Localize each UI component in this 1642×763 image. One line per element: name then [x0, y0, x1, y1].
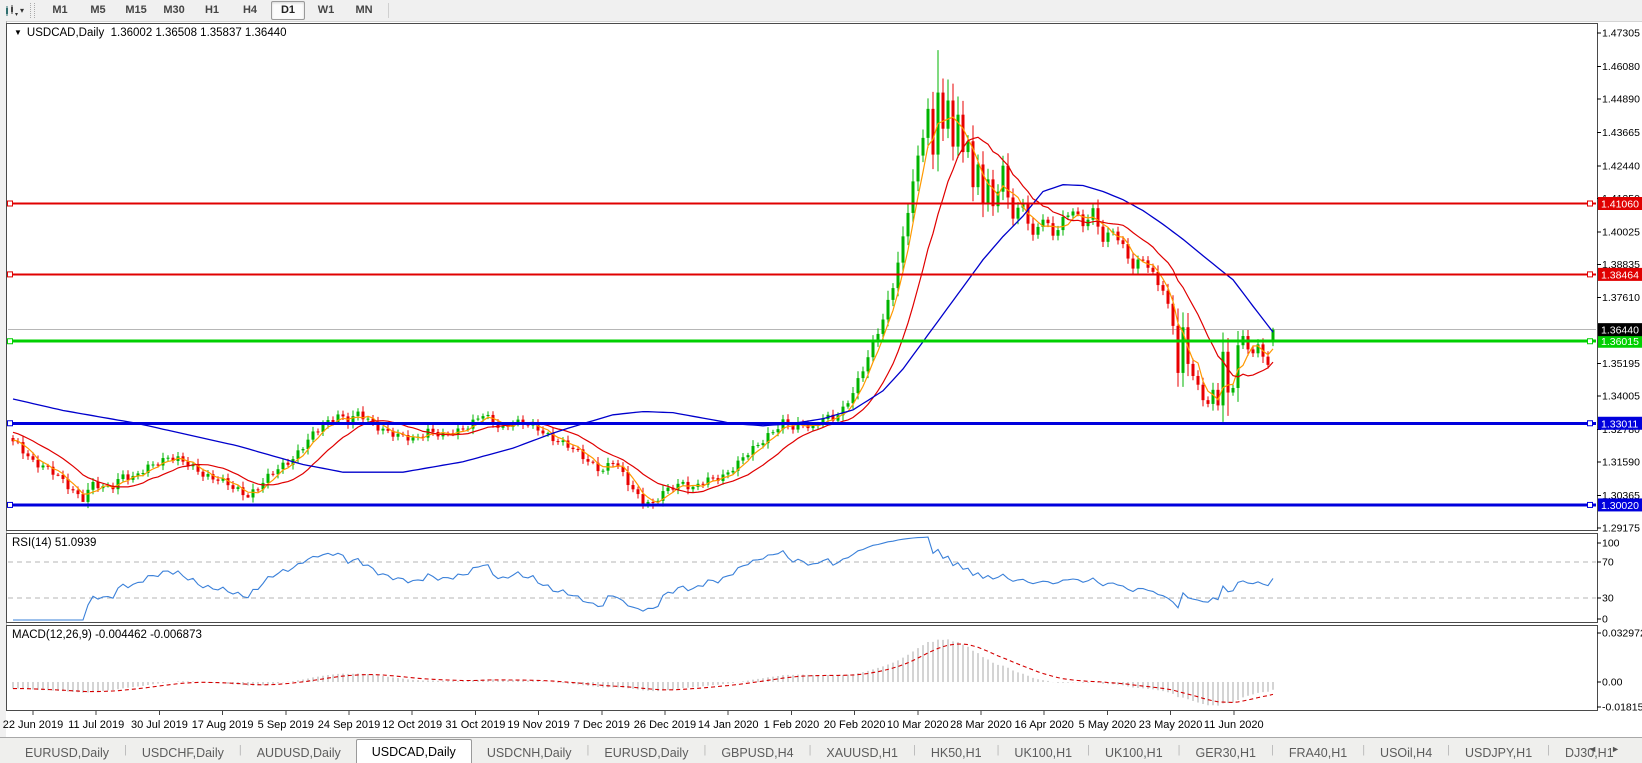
hline-price-label-pivot-green: 1.36015 — [1598, 334, 1642, 348]
chart-window-icon[interactable] — [3, 3, 19, 18]
timeframe-button-m5[interactable]: M5 — [81, 1, 115, 20]
hline-price-label-support-1: 1.33011 — [1598, 416, 1642, 430]
chart-tab-usdcnh-daily-4[interactable]: USDCNH,Daily — [472, 742, 587, 763]
current-price-text: 1.36440 — [1601, 325, 1639, 337]
chart-tab-ger30-h1-11[interactable]: GER30,H1 — [1181, 742, 1271, 763]
current-price-label: 1.36440 — [1598, 323, 1642, 337]
collapse-triangle-icon[interactable]: ▼ — [14, 28, 22, 37]
hline-label-box — [1598, 267, 1642, 281]
price-tick-label: 1.35195 — [1602, 358, 1640, 370]
chart-tab-xauusd-h1-7[interactable]: XAUUSD,H1 — [811, 742, 913, 763]
price-tick-label: 1.41250 — [1602, 193, 1640, 205]
price-tick-label: 1.31590 — [1602, 457, 1640, 469]
price-tick-label: 1.47305 — [1602, 28, 1640, 40]
timeframe-buttons: M1 M5 M15 M30 H1 H4 D1 W1 MN — [41, 1, 383, 20]
timeframe-toolbar: ▾ M1 M5 M15 M30 H1 H4 D1 W1 MN — [0, 0, 1642, 22]
chart-tab-gbpusd-h4-6[interactable]: GBPUSD,H4 — [706, 742, 808, 763]
hline-price-label-support-2: 1.30020 — [1598, 498, 1642, 512]
price-tick-label: 1.40025 — [1602, 226, 1640, 238]
chart-tab-usoil-h4-13[interactable]: USOil,H4 — [1365, 742, 1447, 763]
time-axis-strip — [6, 711, 1598, 737]
chart-tab-audusd-daily-2[interactable]: AUDUSD,Daily — [242, 742, 356, 763]
candlestick-mini-icon — [6, 4, 18, 16]
chart-tab-usdjpy-h1-14[interactable]: USDJPY,H1 — [1450, 742, 1547, 763]
macd-indicator-label: MACD(12,26,9) -0.004462 -0.006873 — [12, 629, 202, 641]
tab-scrollers: ◄► — [1588, 744, 1634, 754]
rsi-tick-label: 100 — [1602, 538, 1620, 550]
rsi-tick-label: 0 — [1602, 614, 1608, 626]
hline-price-label-resistance-2: 1.38464 — [1598, 267, 1642, 281]
price-tick-label: 1.30365 — [1602, 490, 1640, 502]
price-tick-label: 1.43665 — [1602, 127, 1640, 139]
chart-symbol-label: USDCAD,Daily — [26, 27, 105, 39]
price-tick-label: 1.44890 — [1602, 93, 1640, 105]
price-tick-label: 1.38835 — [1602, 259, 1640, 271]
toolbar-separator — [388, 3, 390, 18]
chart-tab-eurusd-daily-5[interactable]: EURUSD,Daily — [589, 742, 703, 763]
price-tick-label: 1.42440 — [1602, 160, 1640, 172]
macd-panel[interactable] — [6, 625, 1598, 711]
chart-tab-bar: EURUSD,Daily | USDCHF,Daily | AUDUSD,Daily US… — [0, 737, 1642, 763]
price-tick-label: 1.34005 — [1602, 391, 1640, 403]
rsi-tick-label: 30 — [1602, 593, 1614, 605]
chart-tab-eurusd-daily-0[interactable]: EURUSD,Daily — [10, 742, 124, 763]
current-price-box — [1598, 323, 1642, 337]
hline-label-text: 1.36015 — [1601, 336, 1639, 348]
chart-tab-hk50-h1-8[interactable]: HK50,H1 — [916, 742, 997, 763]
price-axis-labels: 1.47305 1.46080 1.44890 1.43665 1.42440 1.412… — [1597, 28, 1640, 535]
chart-tab-fra40-h1-12[interactable]: FRA40,H1 — [1274, 742, 1362, 763]
hline-label-text: 1.30020 — [1601, 500, 1639, 512]
chart-tab-usdcad-daily-3[interactable]: USDCAD,Daily — [355, 739, 472, 763]
hline-label-box — [1598, 416, 1642, 430]
chart-tab-uk100-h1-10[interactable]: UK100,H1 — [1090, 742, 1178, 763]
hline-label-text: 1.41060 — [1601, 199, 1639, 211]
mt4-window: ▾ M1 M5 M15 M30 H1 H4 D1 W1 MN ▼ USDCAD,Daily 1.3… — [0, 0, 1642, 763]
macd-tick-label: 0.032972 — [1602, 628, 1642, 640]
rsi-tick-label: 70 — [1602, 557, 1614, 569]
timeframe-button-w1[interactable]: W1 — [309, 1, 343, 20]
timeframe-button-m15[interactable]: M15 — [119, 1, 153, 20]
hline-label-text: 1.33011 — [1601, 418, 1638, 430]
price-tick-label: 1.46080 — [1602, 61, 1640, 73]
chart-title: ▼ USDCAD,Daily 1.36002 1.36508 1.35837 1.… — [14, 27, 287, 39]
chart-tab-uk100-h1-9[interactable]: UK100,H1 — [999, 742, 1087, 763]
toolbar-grip — [30, 3, 36, 18]
macd-axis-labels: 0.032972 0.00 -0.018154 — [1597, 628, 1642, 714]
macd-tick-label: 0.00 — [1602, 677, 1623, 689]
hline-label-text: 1.38464 — [1601, 269, 1639, 281]
rsi-panel[interactable] — [6, 533, 1598, 623]
timeframe-button-d1[interactable]: D1 — [271, 1, 306, 20]
price-tick-label: 1.37610 — [1602, 292, 1640, 304]
timeframe-button-h1[interactable]: H1 — [195, 1, 229, 20]
hline-price-label-resistance-1: 1.41060 — [1598, 197, 1642, 211]
price-tick-label: 1.32780 — [1602, 424, 1640, 436]
chevron-down-icon[interactable]: ▾ — [20, 6, 24, 15]
price-chart-panel[interactable] — [6, 23, 1598, 531]
timeframe-button-h4[interactable]: H4 — [233, 1, 267, 20]
rsi-indicator-label: RSI(14) 51.0939 — [12, 537, 97, 549]
tab-scroll-right-icon[interactable]: ► — [1611, 744, 1634, 754]
chart-ohlc-values: 1.36002 1.36508 1.35837 1.36440 — [110, 27, 287, 39]
rsi-axis-labels: 100 70 30 0 — [1597, 538, 1620, 626]
hline-label-box — [1598, 498, 1642, 512]
chart-tab-usdchf-daily-1[interactable]: USDCHF,Daily — [127, 742, 239, 763]
timeframe-button-m30[interactable]: M30 — [157, 1, 191, 20]
price-tick-label: 1.29175 — [1602, 523, 1640, 535]
tab-scroll-left-icon[interactable]: ◄ — [1588, 744, 1611, 754]
hline-label-box — [1598, 334, 1642, 348]
macd-tick-label: -0.018154 — [1602, 702, 1642, 714]
hline-label-box — [1598, 197, 1642, 211]
timeframe-button-mn[interactable]: MN — [347, 1, 381, 20]
timeframe-button-m1[interactable]: M1 — [43, 1, 77, 20]
